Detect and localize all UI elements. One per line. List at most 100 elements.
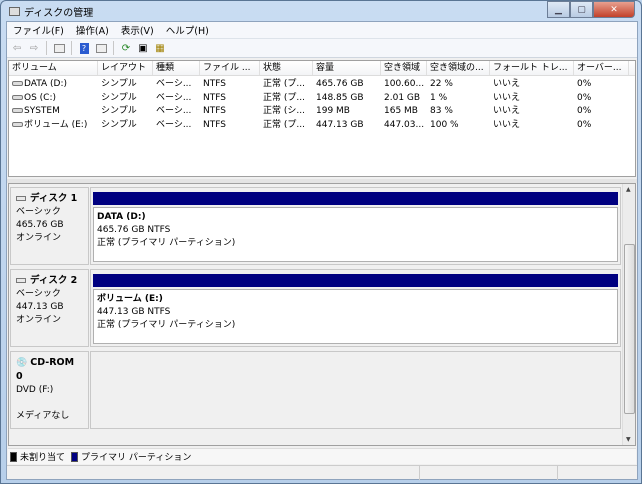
menu-view[interactable]: 表示(V) (115, 23, 160, 37)
hard-disk-icon (16, 196, 26, 201)
cell: 100.60... (381, 78, 427, 92)
properties-icon[interactable]: ▣ (136, 41, 150, 55)
volume-icon (12, 108, 23, 113)
col-filesystem[interactable]: ファイル ... (200, 61, 260, 75)
col-fault-tolerance[interactable]: フォールト トレ... (490, 61, 574, 75)
app-icon (9, 6, 20, 16)
col-status[interactable]: 状態 (260, 61, 313, 75)
disk-name: ディスク 1 (30, 193, 78, 204)
disk-2[interactable]: ディスク 2 ベーシック 447.13 GB オンライン ボリューム (E:) … (10, 269, 621, 349)
cell: いいえ (490, 92, 574, 106)
cell: ベーシ... (153, 105, 200, 119)
volume-row[interactable]: SYSTEM シンプル ベーシ... NTFS 正常 (シ... 199 MB 165 MB… (9, 105, 635, 119)
menu-bar: ファイル(F) 操作(A) 表示(V) ヘルプ(H) (7, 22, 637, 39)
status-pane (7, 466, 420, 480)
partition-volume-e[interactable]: ボリューム (E:) 447.13 GB NTFS 正常 (プライマリ パーティ… (90, 269, 621, 347)
vertical-scrollbar[interactable]: ▲ ▼ (622, 184, 635, 445)
volume-row[interactable]: DATA (D:) シンプル ベーシ... NTFS 正常 (プ... 465.76 GB… (9, 78, 635, 92)
legend-primary-partition: プライマリ パーティション (81, 453, 192, 463)
disk-name: ディスク 2 (30, 275, 78, 286)
cell-text: SYSTEM (24, 106, 60, 116)
cell-text: NTFS (203, 92, 226, 103)
cell: OS (C:) (9, 92, 98, 106)
col-percent-free[interactable]: 空き領域の... (427, 61, 490, 75)
col-type[interactable]: 種類 (153, 61, 200, 75)
cell: 正常 (プ... (260, 78, 313, 92)
cell-text: ベーシ... (156, 119, 192, 130)
refresh-icon[interactable]: ⟳ (119, 41, 133, 55)
menu-help[interactable]: ヘルプ(H) (160, 23, 215, 37)
cell: 正常 (シ... (260, 105, 313, 119)
cell-text: 0% (577, 119, 592, 130)
primary-partition-bar (93, 192, 618, 205)
cell-text: いいえ (493, 119, 521, 130)
disk-1[interactable]: ディスク 1 ベーシック 465.76 GB オンライン DATA (D:) 4… (10, 187, 621, 267)
cell-text: 83 % (430, 106, 453, 116)
scroll-up-arrow-icon[interactable]: ▲ (626, 186, 631, 193)
status-pane (558, 466, 637, 480)
col-volume[interactable]: ボリューム (9, 61, 98, 75)
col-layout[interactable]: レイアウト (98, 61, 153, 75)
cell: 1 % (427, 92, 490, 106)
status-bar (7, 465, 637, 480)
cell-text: 正常 (シ... (263, 106, 305, 116)
col-free-space[interactable]: 空き領域 (381, 61, 427, 75)
cell-text: DATA (D:) (24, 79, 68, 89)
cell-text: 正常 (プ... (263, 92, 305, 103)
cell: NTFS (200, 92, 260, 106)
cell: シンプル (98, 92, 153, 106)
window-title: ディスクの管理 (24, 7, 94, 19)
disk-label[interactable]: ディスク 2 ベーシック 447.13 GB オンライン (10, 269, 89, 347)
partition-status: 正常 (プライマリ パーティション) (97, 320, 236, 330)
menu-action[interactable]: 操作(A) (70, 23, 115, 37)
volume-list: ボリューム レイアウト 種類 ファイル ... 状態 容量 空き領域 空き領域の… (8, 60, 636, 177)
partition-name: DATA (D:) (97, 212, 146, 222)
scroll-down-arrow-icon[interactable]: ▼ (626, 436, 631, 443)
scrollbar-thumb[interactable] (624, 244, 635, 414)
disk-management-window: ディスクの管理 ▁ ▢ ✕ ファイル(F) 操作(A) 表示(V) ヘルプ(H)… (0, 0, 642, 484)
hard-disk-icon (16, 278, 26, 283)
menu-file[interactable]: ファイル(F) (7, 23, 70, 37)
volume-icon (12, 81, 23, 86)
cell: ボリューム (E:) (9, 119, 98, 133)
toolbar-separator (71, 41, 72, 55)
cdrom-area[interactable] (90, 351, 621, 429)
cell: シンプル (98, 105, 153, 119)
forward-arrow-icon[interactable]: ⇨ (27, 41, 41, 55)
cdrom-label[interactable]: 💿 CD-ROM 0 DVD (F:) メディアなし (10, 351, 89, 429)
cell: いいえ (490, 78, 574, 92)
maximize-button[interactable]: ▢ (570, 1, 593, 18)
close-button[interactable]: ✕ (593, 1, 635, 18)
cell: 447.03... (381, 119, 427, 133)
cell-text: 0% (577, 92, 592, 103)
col-overhead[interactable]: オーバー... (574, 61, 629, 75)
cell-text: シンプル (101, 79, 137, 89)
legend-swatch-unallocated (10, 451, 17, 462)
cell: 22 % (427, 78, 490, 92)
cell-text: ベーシ... (156, 92, 192, 103)
volume-row[interactable]: ボリューム (E:) シンプル ベーシ... NTFS 正常 (プ... 447.13 G… (9, 119, 635, 133)
partition-size: 447.13 GB NTFS (97, 307, 171, 317)
minimize-button[interactable]: ▁ (547, 1, 570, 18)
cell-text: 0% (577, 106, 592, 116)
help-icon[interactable]: ? (77, 41, 91, 55)
col-capacity[interactable]: 容量 (313, 61, 381, 75)
rescan-disks-icon[interactable]: ▦ (153, 41, 167, 55)
cell-text: いいえ (493, 79, 521, 89)
cell-text: 465.76 GB (316, 79, 364, 89)
partition-data-d[interactable]: DATA (D:) 465.76 GB NTFS 正常 (プライマリ パーティシ… (90, 187, 621, 265)
console-tree-icon[interactable] (52, 41, 66, 55)
cell-text: いいえ (493, 92, 521, 103)
cell: DATA (D:) (9, 78, 98, 92)
cdrom-0[interactable]: 💿 CD-ROM 0 DVD (F:) メディアなし (10, 351, 621, 431)
disk-status: オンライン (16, 315, 62, 325)
disk-type: ベーシック (16, 289, 61, 299)
cell-text: 1 % (430, 92, 448, 103)
cell-text: 199 MB (316, 106, 350, 116)
back-arrow-icon[interactable]: ⇦ (10, 41, 24, 55)
cell-text: 正常 (プ... (263, 119, 305, 130)
partition-name: ボリューム (E:) (97, 294, 163, 304)
disk-label[interactable]: ディスク 1 ベーシック 465.76 GB オンライン (10, 187, 89, 265)
action-pane-icon[interactable] (94, 41, 108, 55)
volume-row[interactable]: OS (C:) シンプル ベーシ... NTFS 正常 (プ... 148.85 GB 2.… (9, 92, 635, 106)
